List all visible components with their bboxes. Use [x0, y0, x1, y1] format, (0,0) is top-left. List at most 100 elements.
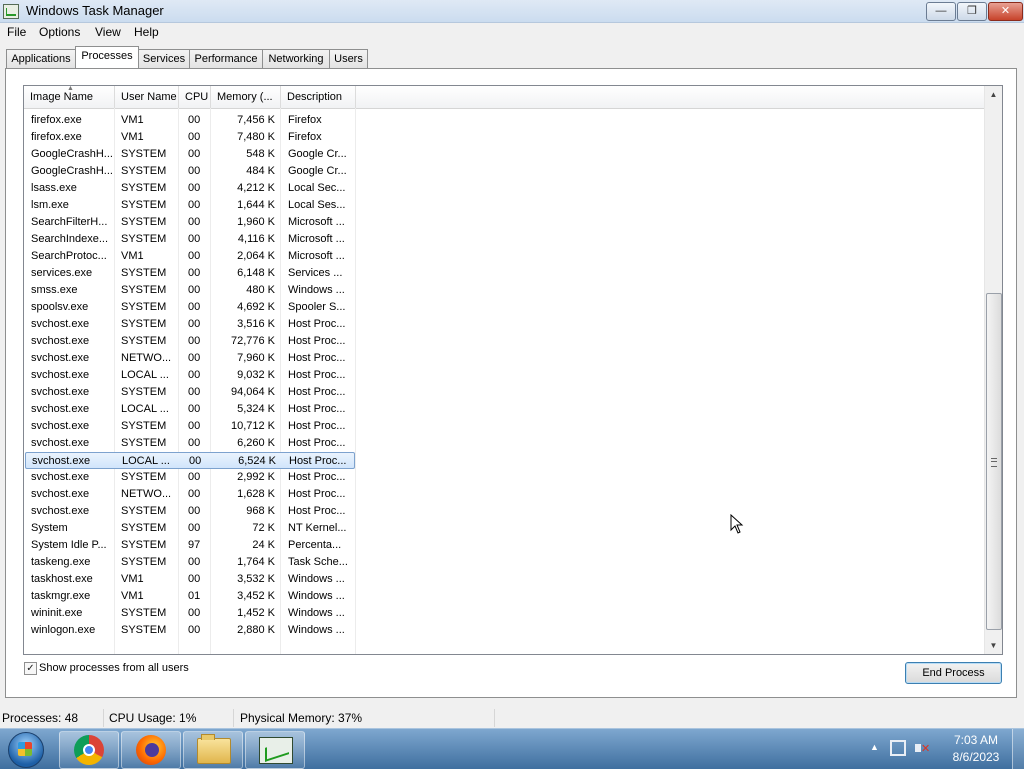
image-name-cell: taskhost.exe [31, 573, 93, 585]
table-row[interactable]: svchost.exe SYSTEM 00 94,064 K Host Proc... [25, 384, 355, 401]
table-row[interactable]: svchost.exe NETWO... 00 7,960 K Host Proc... [25, 350, 355, 367]
volume-muted-icon[interactable] [914, 740, 930, 756]
memory-cell: 6,148 K [237, 267, 275, 279]
table-row[interactable]: System Idle P... SYSTEM 97 24 K Percenta... [25, 537, 355, 554]
memory-cell: 1,764 K [237, 556, 275, 568]
table-row[interactable]: GoogleCrashH... SYSTEM 00 548 K Google Cr... [25, 146, 355, 163]
tab-networking[interactable]: Networking [262, 49, 330, 68]
user-name-cell: SYSTEM [121, 386, 167, 398]
table-row[interactable]: svchost.exe NETWO... 00 1,628 K Host Proc... [25, 486, 355, 503]
clock-date[interactable]: 8/6/2023 [948, 750, 1004, 764]
table-row[interactable]: firefox.exe VM1 00 7,456 K Firefox [25, 112, 355, 129]
user-name-cell: VM1 [121, 573, 144, 585]
description-cell: Host Proc... [288, 352, 346, 364]
table-row[interactable]: svchost.exe SYSTEM 00 3,516 K Host Proc... [25, 316, 355, 333]
tab-services[interactable]: Services [138, 49, 190, 68]
memory-cell: 9,032 K [237, 369, 275, 381]
user-name-cell: SYSTEM [121, 216, 167, 228]
cpu-cell: 00 [188, 573, 201, 585]
table-row[interactable]: taskmgr.exe VM1 01 3,452 K Windows ... [25, 588, 355, 605]
table-row[interactable]: svchost.exe SYSTEM 00 2,992 K Host Proc... [25, 469, 355, 486]
description-cell: Windows ... [288, 573, 345, 585]
image-name-cell: svchost.exe [32, 455, 91, 467]
scrollbar-thumb[interactable] [986, 293, 1002, 630]
process-list[interactable]: Image Name ▲ User Name CPU Memory (... D… [23, 85, 1003, 655]
image-name-cell: svchost.exe [31, 420, 90, 432]
start-button[interactable] [2, 730, 50, 768]
taskbar-firefox[interactable] [121, 731, 181, 769]
table-row[interactable]: svchost.exe SYSTEM 00 6,260 K Host Proc... [25, 435, 355, 452]
table-row[interactable]: svchost.exe SYSTEM 00 968 K Host Proc... [25, 503, 355, 520]
checkbox-check-icon[interactable]: ✓ [24, 662, 37, 675]
description-cell: Host Proc... [288, 471, 346, 483]
table-row[interactable]: SearchProtoc... VM1 00 2,064 K Microsoft ... [25, 248, 355, 265]
column-header-user-name[interactable]: User Name [115, 86, 179, 108]
vertical-scrollbar[interactable]: ▲ ▼ [984, 86, 1002, 654]
image-name-cell: SearchIndexe... [31, 233, 109, 245]
tab-applications[interactable]: Applications [6, 49, 76, 68]
menu-file[interactable]: File [7, 25, 26, 39]
user-name-cell: VM1 [121, 131, 144, 143]
cpu-cell: 00 [188, 386, 201, 398]
network-icon[interactable] [890, 740, 906, 756]
cpu-cell: 00 [188, 165, 201, 177]
column-header-description[interactable]: Description [281, 86, 356, 108]
table-row[interactable]: taskhost.exe VM1 00 3,532 K Windows ... [25, 571, 355, 588]
taskbar-chrome[interactable] [59, 731, 119, 769]
table-row[interactable]: svchost.exe LOCAL ... 00 5,324 K Host Proc..… [25, 401, 355, 418]
description-cell: Microsoft ... [288, 216, 345, 228]
table-row[interactable]: firefox.exe VM1 00 7,480 K Firefox [25, 129, 355, 146]
memory-cell: 24 K [252, 539, 275, 551]
column-header-memory[interactable]: Memory (... [211, 86, 281, 108]
table-row-selected[interactable]: svchost.exe LOCAL ... 00 6,524 K Host Proc..… [25, 452, 355, 469]
table-row[interactable]: lsm.exe SYSTEM 00 1,644 K Local Ses... [25, 197, 355, 214]
cpu-cell: 00 [188, 403, 201, 415]
description-cell: Task Sche... [288, 556, 348, 568]
column-header-cpu[interactable]: CPU [179, 86, 211, 108]
image-name-cell: svchost.exe [31, 318, 90, 330]
table-row[interactable]: spoolsv.exe SYSTEM 00 4,692 K Spooler S... [25, 299, 355, 316]
taskbar-task-manager[interactable] [245, 731, 305, 769]
taskbar-windows-explorer[interactable] [183, 731, 243, 769]
tab-users[interactable]: Users [329, 49, 368, 68]
menu-view[interactable]: View [95, 25, 121, 39]
close-button[interactable]: ✕ [988, 2, 1023, 21]
cpu-cell: 00 [188, 182, 201, 194]
minimize-button[interactable]: — [926, 2, 956, 21]
menu-help[interactable]: Help [134, 25, 159, 39]
table-row[interactable]: SearchFilterH... SYSTEM 00 1,960 K Microsoft… [25, 214, 355, 231]
clock-time[interactable]: 7:03 AM [948, 733, 1004, 747]
show-all-users-label[interactable]: Show processes from all users [39, 662, 189, 674]
table-row[interactable]: GoogleCrashH... SYSTEM 00 484 K Google Cr... [25, 163, 355, 180]
memory-cell: 1,960 K [237, 216, 275, 228]
description-cell: Local Sec... [288, 182, 346, 194]
table-row[interactable]: svchost.exe SYSTEM 00 10,712 K Host Proc... [25, 418, 355, 435]
table-row[interactable]: winlogon.exe SYSTEM 00 2,880 K Windows ... [25, 622, 355, 639]
table-row[interactable]: lsass.exe SYSTEM 00 4,212 K Local Sec... [25, 180, 355, 197]
end-process-button[interactable]: End Process [905, 662, 1002, 684]
show-desktop-button[interactable] [1012, 729, 1024, 769]
table-row[interactable]: svchost.exe SYSTEM 00 72,776 K Host Proc... [25, 333, 355, 350]
scroll-up-arrow-icon[interactable]: ▲ [985, 86, 1002, 103]
table-row[interactable]: svchost.exe LOCAL ... 00 9,032 K Host Proc..… [25, 367, 355, 384]
task-manager-app-icon [3, 4, 19, 19]
tab-processes[interactable]: Processes [75, 46, 139, 68]
cpu-cell: 00 [188, 216, 201, 228]
description-cell: Windows ... [288, 607, 345, 619]
tab-performance[interactable]: Performance [189, 49, 263, 68]
maximize-button[interactable]: ❐ [957, 2, 987, 21]
memory-cell: 1,628 K [237, 488, 275, 500]
table-row[interactable]: wininit.exe SYSTEM 00 1,452 K Windows ... [25, 605, 355, 622]
memory-cell: 7,456 K [237, 114, 275, 126]
show-hidden-icons-arrow-icon[interactable]: ▲ [870, 742, 879, 752]
description-cell: Percenta... [288, 539, 342, 551]
scroll-down-arrow-icon[interactable]: ▼ [985, 637, 1002, 654]
menu-options[interactable]: Options [39, 25, 80, 39]
table-row[interactable]: services.exe SYSTEM 00 6,148 K Services ... [25, 265, 355, 282]
table-row[interactable]: taskeng.exe SYSTEM 00 1,764 K Task Sche... [25, 554, 355, 571]
table-row[interactable]: smss.exe SYSTEM 00 480 K Windows ... [25, 282, 355, 299]
column-separator [355, 108, 356, 654]
table-row[interactable]: SearchIndexe... SYSTEM 00 4,116 K Microsoft … [25, 231, 355, 248]
cpu-cell: 00 [188, 352, 201, 364]
table-row[interactable]: System SYSTEM 00 72 K NT Kernel... [25, 520, 355, 537]
